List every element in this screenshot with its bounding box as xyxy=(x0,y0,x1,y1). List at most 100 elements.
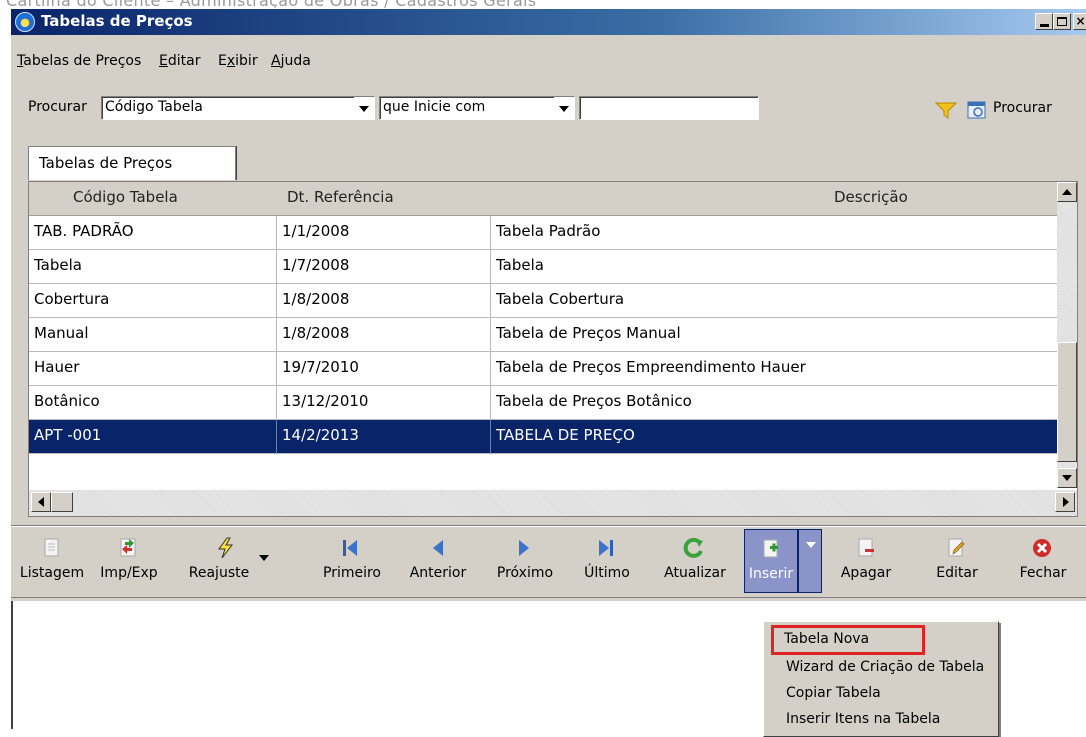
menu-item-tabela-nova[interactable]: Tabela Nova xyxy=(771,625,925,655)
imp-exp-button[interactable]: Imp/Exp xyxy=(91,529,167,593)
vertical-scroll-thumb[interactable] xyxy=(1057,342,1077,462)
cell-codigo: Botânico xyxy=(29,386,277,420)
atualizar-label: Atualizar xyxy=(664,565,726,581)
toolbar: Listagem Imp/Exp Reajuste Primeiro Anter… xyxy=(11,529,1086,599)
chevron-down-icon[interactable] xyxy=(259,555,269,561)
menu-item-label: Wizard de Criação de Tabela xyxy=(786,659,985,675)
minimize-button[interactable] xyxy=(1035,13,1053,30)
search-button-label: Procurar xyxy=(993,100,1052,116)
insert-icon xyxy=(763,539,778,558)
maximize-button[interactable] xyxy=(1053,13,1071,30)
close-window-button[interactable]: × xyxy=(1073,13,1086,30)
fechar-button[interactable]: Fechar xyxy=(1009,529,1077,593)
listagem-button[interactable]: Listagem xyxy=(15,529,89,593)
cell-codigo: APT -001 xyxy=(29,420,277,454)
title-bar[interactable]: Tabelas de Preços × xyxy=(11,9,1086,35)
primeiro-button[interactable]: Primeiro xyxy=(311,529,393,593)
table-row[interactable]: Manual 1/8/2008 Tabela de Preços Manual xyxy=(29,318,1057,352)
cell-descricao: Tabela xyxy=(496,256,544,274)
horizontal-scrollbar[interactable] xyxy=(29,490,1077,516)
scroll-right-button[interactable] xyxy=(1055,492,1075,512)
close-circle-icon xyxy=(1033,539,1051,557)
table-row[interactable]: Cobertura 1/8/2008 Tabela Cobertura xyxy=(29,284,1057,318)
atualizar-button[interactable]: Atualizar xyxy=(651,529,739,593)
column-header-descricao[interactable]: Descrição xyxy=(834,188,908,206)
menu-label-rest: ditar xyxy=(167,53,201,69)
table-row-selected[interactable]: APT -001 14/2/2013 TABELA DE PREÇO xyxy=(29,420,1057,454)
search-icon xyxy=(967,101,986,119)
search-operator-select[interactable]: que Inicie com xyxy=(379,96,575,120)
filter-icon[interactable] xyxy=(935,102,957,120)
cell-codigo: Tabela xyxy=(29,250,277,284)
cell-descricao: Tabela de Preços Manual xyxy=(496,324,681,342)
table-row[interactable]: Tabela 1/7/2008 Tabela xyxy=(29,250,1057,284)
imp-exp-label: Imp/Exp xyxy=(100,565,158,581)
list-icon xyxy=(44,538,59,557)
table-row[interactable]: TAB. PADRÃO 1/1/2008 Tabela Padrão xyxy=(29,216,1057,250)
listagem-label: Listagem xyxy=(19,565,85,581)
menu-ajuda[interactable]: Ajuda xyxy=(271,53,311,69)
scroll-down-button[interactable] xyxy=(1057,468,1077,488)
cell-descricao: Tabela Padrão xyxy=(496,222,601,240)
last-icon xyxy=(599,540,613,556)
menu-item-copiar-tabela[interactable]: Copiar Tabela xyxy=(766,680,994,708)
editar-button[interactable]: Editar xyxy=(925,529,989,593)
cell-dt-referencia: 14/2/2013 xyxy=(277,420,491,454)
column-header-dt-referencia[interactable]: Dt. Referência xyxy=(287,188,394,206)
menu-mnemonic: A xyxy=(271,53,281,69)
vertical-scrollbar[interactable] xyxy=(1057,182,1077,488)
cell-codigo: Hauer xyxy=(29,352,277,386)
anterior-button[interactable]: Anterior xyxy=(397,529,479,593)
cell-dt-referencia: 1/1/2008 xyxy=(277,216,491,250)
reajuste-button[interactable]: Reajuste xyxy=(171,529,279,593)
ultimo-button[interactable]: Último xyxy=(569,529,645,593)
insert-menu: Tabela Nova Wizard de Criação de Tabela … xyxy=(763,621,999,737)
search-field-select[interactable]: Código Tabela xyxy=(101,96,375,120)
inserir-label: Inserir xyxy=(748,566,794,582)
menu-editar[interactable]: Editar xyxy=(159,53,200,69)
table-row[interactable]: Hauer 19/7/2010 Tabela de Preços Empreen… xyxy=(29,352,1057,386)
cell-codigo: Cobertura xyxy=(29,284,277,318)
ultimo-label: Último xyxy=(584,565,630,581)
scroll-left-button[interactable] xyxy=(31,492,51,512)
apagar-button[interactable]: Apagar xyxy=(831,529,901,593)
menu-tabelas-de-precos[interactable]: Tabelas de Preços xyxy=(17,53,141,69)
primeiro-label: Primeiro xyxy=(323,565,381,581)
inserir-dropdown-button[interactable] xyxy=(798,529,822,593)
close-icon: × xyxy=(1075,14,1086,28)
proximo-label: Próximo xyxy=(496,565,554,581)
cell-dt-referencia: 13/12/2010 xyxy=(277,386,491,420)
chevron-down-icon[interactable] xyxy=(554,97,574,119)
search-operator-value: que Inicie com xyxy=(383,99,486,115)
tab-tabelas-de-precos[interactable]: Tabelas de Preços xyxy=(28,146,236,180)
menu-item-inserir-itens[interactable]: Inserir Itens na Tabela xyxy=(766,706,994,734)
column-header-codigo[interactable]: Código Tabela xyxy=(73,188,178,206)
cell-dt-referencia: 1/7/2008 xyxy=(277,250,491,284)
toolbar-bottom-edge xyxy=(11,597,1086,599)
menu-item-label: Tabela Nova xyxy=(784,631,870,647)
proximo-button[interactable]: Próximo xyxy=(485,529,565,593)
inserir-button[interactable]: Inserir xyxy=(744,529,798,593)
fechar-label: Fechar xyxy=(1019,565,1067,581)
horizontal-scroll-thumb[interactable] xyxy=(51,492,73,512)
search-input[interactable] xyxy=(579,96,759,120)
menu-item-label: Copiar Tabela xyxy=(786,685,881,701)
menu-mnemonic: x xyxy=(226,53,236,69)
first-icon xyxy=(343,540,357,556)
lightning-icon xyxy=(218,537,234,559)
menu-label-rest: abelas de Preços xyxy=(23,53,142,69)
menu-label-rest: ibir xyxy=(235,53,258,69)
menu-item-wizard[interactable]: Wizard de Criação de Tabela xyxy=(766,654,994,682)
previous-icon xyxy=(433,540,443,556)
table-row[interactable]: Botânico 13/12/2010 Tabela de Preços Bot… xyxy=(29,386,1057,420)
chevron-down-icon[interactable] xyxy=(354,97,374,119)
cell-dt-referencia: 19/7/2010 xyxy=(277,352,491,386)
next-icon xyxy=(519,540,529,556)
scroll-up-button[interactable] xyxy=(1057,182,1077,202)
window-title: Tabelas de Preços xyxy=(41,12,193,30)
menu-item-label: Inserir Itens na Tabela xyxy=(786,711,941,727)
menu-exibir[interactable]: Exibir xyxy=(218,53,258,69)
apagar-label: Apagar xyxy=(840,565,892,581)
menu-label-rest: E xyxy=(218,53,227,69)
menu-label-rest: juda xyxy=(280,53,311,69)
